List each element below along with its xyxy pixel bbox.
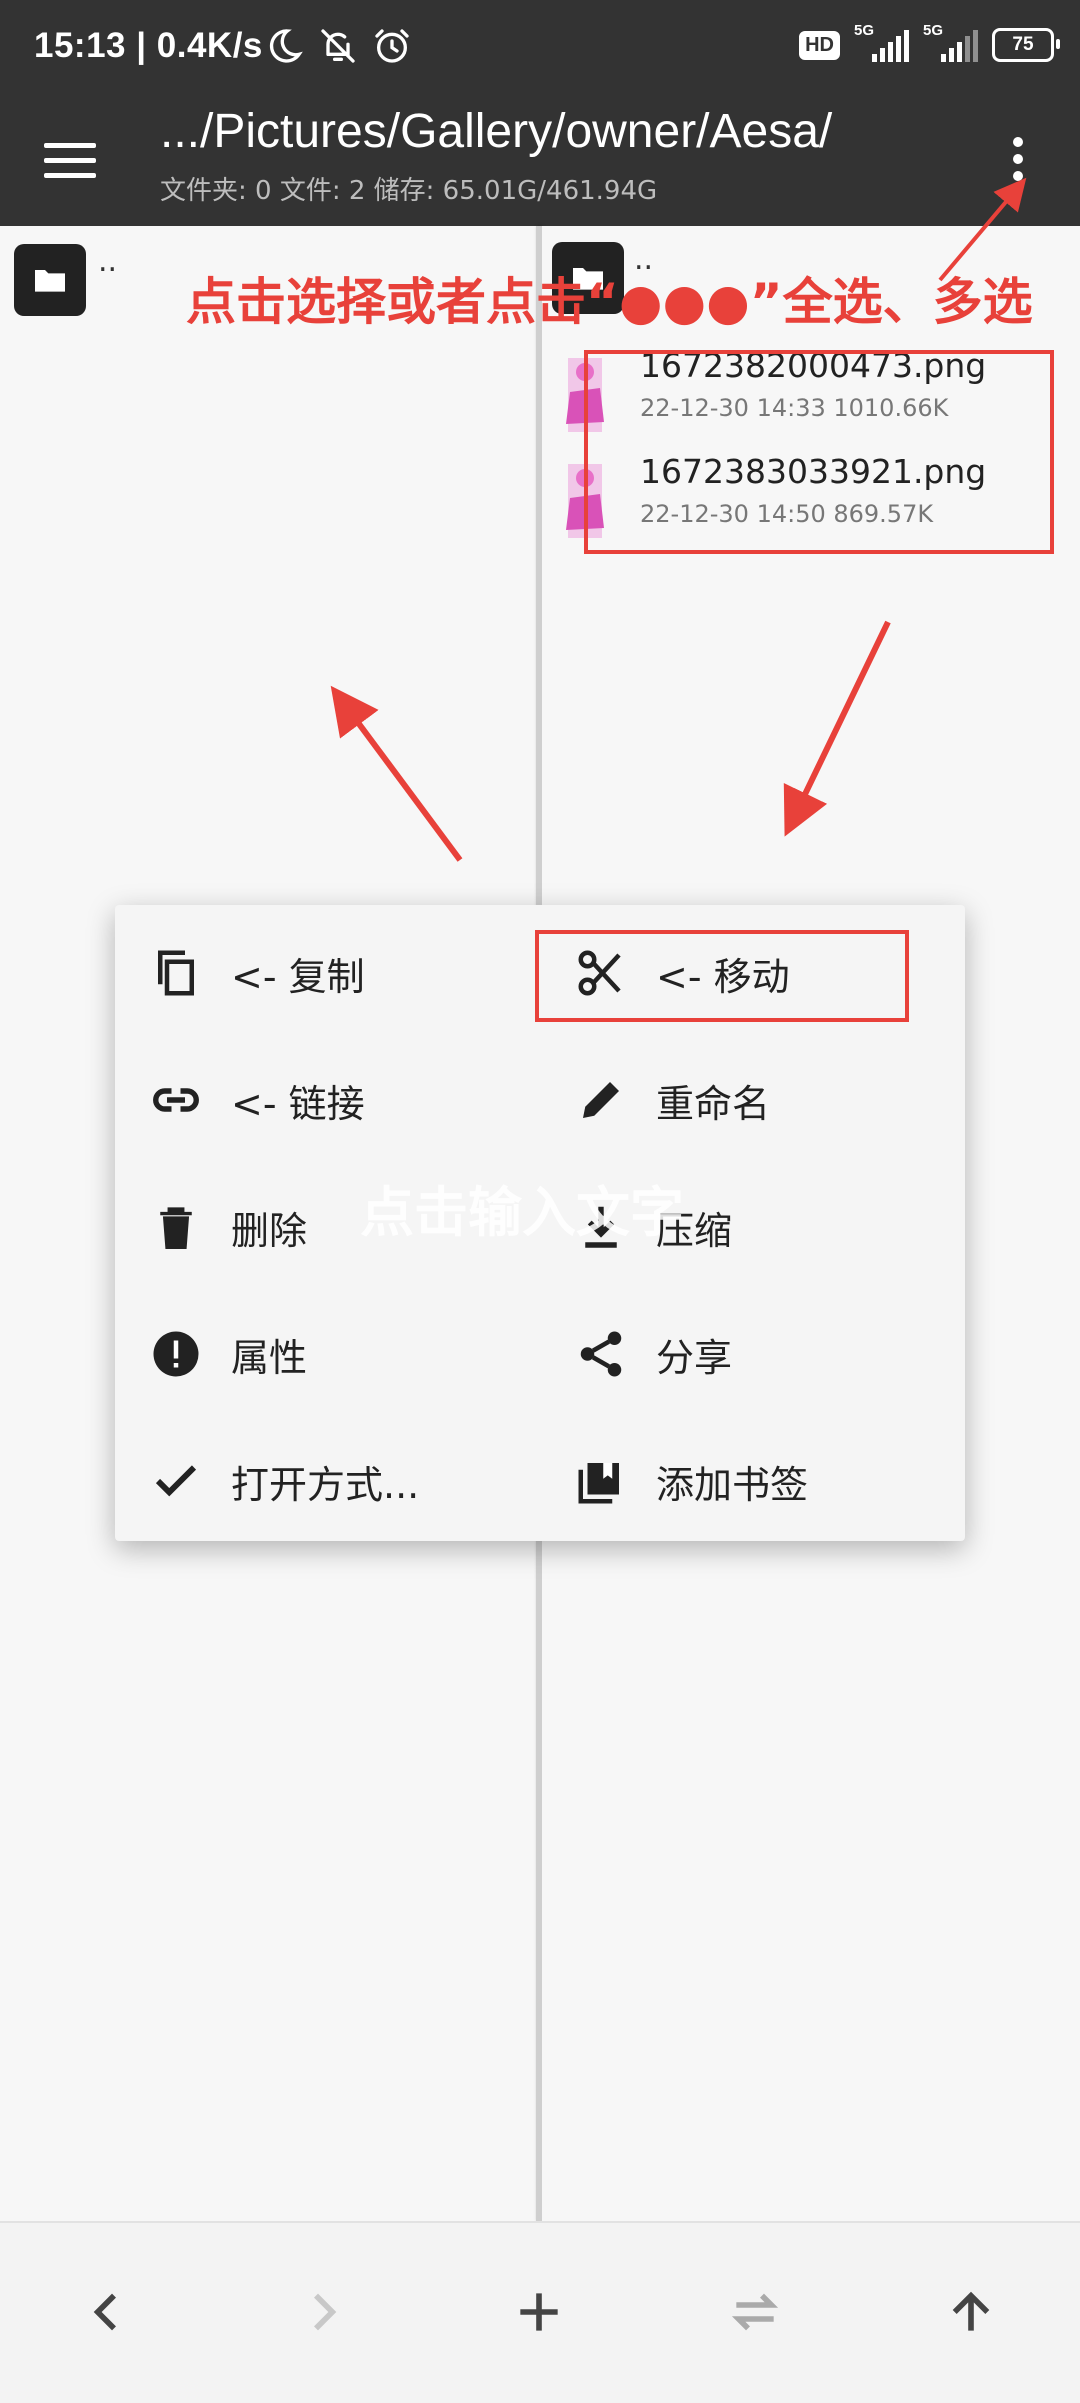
menu-item-label: 添加书签 [656,1462,809,1507]
parent-folder-icon[interactable] [14,244,86,316]
menu-item-copy[interactable]: <- 复制 [125,923,545,1023]
menu-item-link[interactable]: <- 链接 [125,1050,545,1150]
menu-item-label: 分享 [656,1335,733,1380]
status-bar: 15:13 | 0.4K/s HD 5G 5G 75 [0,0,1080,96]
bottom-toolbar [0,2221,1080,2403]
add-icon[interactable] [494,2267,584,2357]
status-right: HD 5G 5G 75 [799,22,1060,62]
path-summary: 文件夹: 0 文件: 2 储存: 65.01G/461.94G [160,176,658,206]
menu-item-delete[interactable]: 删除 [125,1177,545,1277]
back-icon[interactable] [62,2267,152,2357]
annotation-text: 点击选择或者点击“●●●”全选、多选 [186,273,1033,331]
menu-item-bookmark[interactable]: 添加书签 [550,1431,970,1531]
sim1-tag: 5G [854,22,875,39]
menu-item-share[interactable]: 分享 [550,1304,970,1404]
status-time: 15:13 | 0.4K/s [34,26,263,65]
alarm-icon [375,29,409,63]
bell-off-icon [321,29,355,63]
download-icon [572,1198,630,1256]
menu-item-label: 删除 [231,1208,308,1253]
current-path: .../Pictures/Gallery/owner/Aesa/ [160,105,833,158]
menu-item-label: 压缩 [656,1208,733,1253]
trash-icon [147,1198,205,1256]
pencil-icon [572,1071,630,1129]
signal-sim2-icon: 5G [923,22,978,62]
hd-badge: HD [799,30,840,60]
menu-item-properties[interactable]: 属性 [125,1304,545,1404]
link-icon [147,1071,205,1129]
annotation-box-files [584,350,1054,554]
share-icon [572,1325,630,1383]
menu-item-label: <- 复制 [231,954,365,999]
more-options-icon[interactable] [998,124,1038,194]
battery-level: 75 [1012,34,1034,55]
swap-icon[interactable] [710,2267,800,2357]
sim2-tag: 5G [923,22,944,39]
menu-item-label: 重命名 [656,1081,771,1126]
app-bar: .../Pictures/Gallery/owner/Aesa/ 文件夹: 0 … [0,96,1080,226]
copy-icon [147,944,205,1002]
annotation-box-move [535,930,909,1022]
menu-item-label: 属性 [231,1335,308,1380]
menu-item-open-with[interactable]: 打开方式... [125,1431,545,1531]
info-icon [147,1325,205,1383]
battery-icon: 75 [992,28,1060,62]
menu-item-compress[interactable]: 压缩 [550,1177,970,1277]
hamburger-menu-icon[interactable] [44,130,104,190]
check-icon [147,1452,205,1510]
signal-sim1-icon: 5G [854,22,909,62]
bookmark-icon [572,1452,630,1510]
forward-icon[interactable] [278,2267,368,2357]
menu-item-label: <- 链接 [231,1081,365,1126]
up-icon[interactable] [926,2267,1016,2357]
status-icons [264,26,412,66]
menu-item-rename[interactable]: 重命名 [550,1050,970,1150]
parent-folder-label: .. [98,244,118,279]
menu-item-label: 打开方式... [231,1462,420,1507]
moon-icon [269,29,303,63]
